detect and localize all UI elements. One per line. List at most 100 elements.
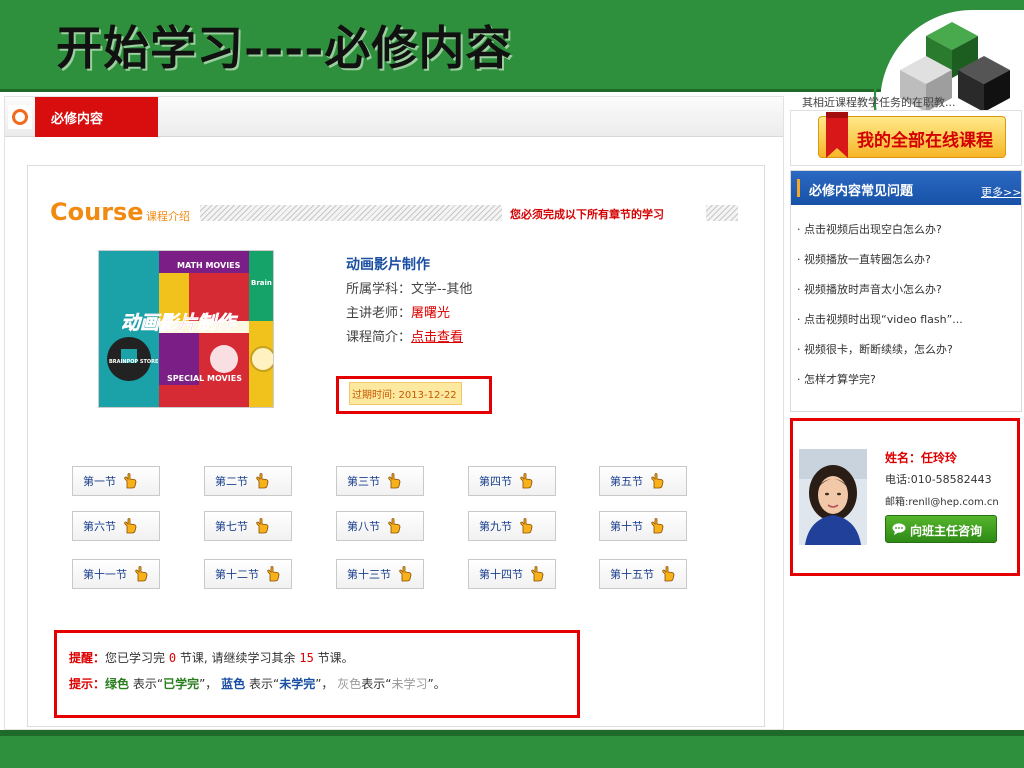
pointing-hand-icon xyxy=(254,473,270,489)
faq-item[interactable]: · 点击视频时出现“video flash”... xyxy=(797,311,963,327)
pointing-hand-icon xyxy=(122,518,138,534)
chapter-label: 第三节 xyxy=(347,475,380,488)
teacher-label: 主讲老师： xyxy=(346,306,412,321)
expire-highlight: 过期时间: 2013-12-22 xyxy=(336,376,492,414)
legend-means-2: 表示“ xyxy=(245,677,280,691)
reminder-text-a: 您已学习完 xyxy=(105,651,169,665)
pointing-hand-icon xyxy=(649,518,665,534)
chapter-button[interactable]: 第十五节 xyxy=(599,559,687,589)
pointing-hand-icon xyxy=(265,566,281,582)
chapter-button[interactable]: 第五节 xyxy=(599,466,687,496)
chapter-button[interactable]: 第六节 xyxy=(72,511,160,541)
legend-sep-1: ”， xyxy=(199,677,222,691)
faq-item[interactable]: · 视频播放一直转圈怎么办? xyxy=(797,251,931,267)
main-panel: 必修内容 Course 课程介绍 您必须完成以下所有章节的学习 MATH MOV… xyxy=(4,96,784,730)
legend-sep-2: ”， xyxy=(315,677,338,691)
completed-count: 0 xyxy=(168,651,177,665)
chapter-label: 第十二节 xyxy=(215,568,259,581)
chapter-button[interactable]: 第八节 xyxy=(336,511,424,541)
chapter-label: 第二节 xyxy=(215,475,248,488)
faq-more-link[interactable]: 更多>> xyxy=(981,184,1021,200)
chapter-label: 第十三节 xyxy=(347,568,391,581)
pointing-hand-icon xyxy=(529,566,545,582)
legend-means-1: 表示“ xyxy=(129,677,164,691)
faq-item[interactable]: · 视频播放时声音太小怎么办? xyxy=(797,281,942,297)
tab-required-content[interactable]: 必修内容 xyxy=(35,97,158,137)
reminder-label: 提醒： xyxy=(69,651,106,665)
chapter-button[interactable]: 第二节 xyxy=(204,466,292,496)
faq-item[interactable]: · 视频很卡，断断续续，怎么办? xyxy=(797,341,953,357)
teacher-value: 屠曙光 xyxy=(411,306,451,321)
chapter-button[interactable]: 第十三节 xyxy=(336,559,424,589)
course-content-box: Course 课程介绍 您必须完成以下所有章节的学习 MATH MOVIES B… xyxy=(27,165,765,727)
chapter-label: 第八节 xyxy=(347,520,380,533)
teacher-avatar xyxy=(799,449,867,545)
tab-marker-icon xyxy=(8,105,32,129)
divider-hatch xyxy=(706,205,738,221)
chapter-label: 第五节 xyxy=(610,475,643,488)
legend-not-started: 未学习 xyxy=(391,677,428,691)
pointing-hand-icon xyxy=(133,566,149,582)
reminder-line: 提醒：您已学习完 0 节课, 请继续学习其余 15 节课。 xyxy=(69,649,354,666)
legend-green-word: 绿色 xyxy=(105,677,130,691)
ask-teacher-label: 向班主任咨询 xyxy=(910,524,983,538)
teacher-email: 邮箱:renll@hep.com.cn xyxy=(885,497,999,508)
legend-gray-word: 灰色 xyxy=(337,677,362,691)
thumb-text-mid: 动画影片制作 xyxy=(121,312,238,334)
right-top-text: 其相近课程教学任务的在职教... xyxy=(802,96,956,109)
chapter-label: 第六节 xyxy=(83,520,116,533)
faq-header-bar xyxy=(797,179,800,197)
legend-blue-word: 蓝色 xyxy=(221,677,246,691)
hint-label: 提示： xyxy=(69,677,106,691)
course-name[interactable]: 动画影片制作 xyxy=(346,254,606,278)
legend-means-3: 表示“ xyxy=(361,677,392,691)
intro-row: 课程简介：点击查看 xyxy=(346,326,606,350)
chapter-label: 第一节 xyxy=(83,475,116,488)
faq-panel: 必修内容常见问题 更多>> · 点击视频后出现空白怎么办? · 视频播放一直转圈怎… xyxy=(790,170,1022,412)
chapter-button[interactable]: 第七节 xyxy=(204,511,292,541)
chapter-button[interactable]: 第三节 xyxy=(336,466,424,496)
tab-bar: 必修内容 xyxy=(5,97,783,137)
chapter-button[interactable]: 第十四节 xyxy=(468,559,556,589)
faq-item[interactable]: · 点击视频后出现空白怎么办? xyxy=(797,221,942,237)
subject-label: 所属学科： xyxy=(346,282,412,297)
teacher-name: 姓名：任玲玲 xyxy=(885,451,958,465)
pointing-hand-icon xyxy=(518,518,534,534)
subject-value: 文学--其他 xyxy=(411,282,473,297)
course-info: 动画影片制作 所属学科：文学--其他 主讲老师：屠曙光 课程简介：点击查看 xyxy=(346,254,606,350)
thumb-text-bottom: SPECIAL MOVIES xyxy=(167,374,242,383)
chapter-label: 第十四节 xyxy=(479,568,523,581)
chapter-button[interactable]: 第四节 xyxy=(468,466,556,496)
chapter-button[interactable]: 第一节 xyxy=(72,466,160,496)
course-thumbnail-art: MATH MOVIES Brain 动画影片制作 BRAINPOP STORE … xyxy=(99,251,273,407)
legend-end: ”。 xyxy=(427,677,446,691)
faq-header: 必修内容常见问题 更多>> xyxy=(791,171,1021,205)
course-thumbnail[interactable]: MATH MOVIES Brain 动画影片制作 BRAINPOP STORE … xyxy=(98,250,274,408)
head-teacher-card: 姓名：任玲玲 电话:010-58582443 邮箱:renll@hep.com.… xyxy=(790,418,1020,576)
divider-hatch xyxy=(200,205,502,221)
reminder-text-c: 节课。 xyxy=(313,651,354,665)
bookmark-icon xyxy=(826,112,848,158)
ask-teacher-button[interactable]: 向班主任咨询 xyxy=(885,515,997,543)
faq-title: 必修内容常见问题 xyxy=(809,184,914,199)
pointing-hand-icon xyxy=(518,473,534,489)
intro-link[interactable]: 点击查看 xyxy=(411,330,463,345)
chapter-button[interactable]: 第九节 xyxy=(468,511,556,541)
intro-label: 课程简介： xyxy=(346,330,412,345)
header-banner: 开始学习----必修内容 xyxy=(0,0,1024,92)
faq-item[interactable]: · 怎样才算学完? xyxy=(797,371,876,387)
reminder-text-b: 节课, 请继续学习其余 xyxy=(176,651,300,665)
chapter-button[interactable]: 第十一节 xyxy=(72,559,160,589)
chapter-button[interactable]: 第十二节 xyxy=(204,559,292,589)
legend-line: 提示：绿色 表示“已学完”， 蓝色 表示“未学完”， 灰色表示“未学习”。 xyxy=(69,675,446,692)
pointing-hand-icon xyxy=(660,566,676,582)
thumb-text-top: MATH MOVIES xyxy=(177,261,241,270)
chapter-button[interactable]: 第十节 xyxy=(599,511,687,541)
chapter-label: 第九节 xyxy=(479,520,512,533)
pointing-hand-icon xyxy=(649,473,665,489)
course-heading-sub: 课程介绍 xyxy=(146,210,190,223)
pointing-hand-icon xyxy=(397,566,413,582)
legend-done: 已学完 xyxy=(163,677,200,691)
chapter-label: 第七节 xyxy=(215,520,248,533)
pointing-hand-icon xyxy=(386,473,402,489)
